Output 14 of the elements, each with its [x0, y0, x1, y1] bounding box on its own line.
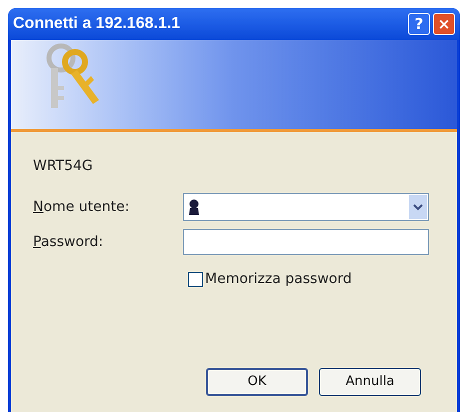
user-icon — [188, 199, 200, 215]
close-button[interactable]: × — [433, 13, 455, 35]
cancel-button[interactable]: Annulla — [319, 368, 421, 396]
checkbox-label: Memorizza password — [205, 270, 352, 289]
dropdown-icon[interactable] — [409, 195, 427, 219]
field-label: Password: — [33, 232, 104, 252]
password-field[interactable] — [183, 229, 429, 255]
realm-text: WRT54G — [33, 157, 94, 176]
field-label: Nome utente: — [33, 198, 130, 216]
checkbox[interactable] — [188, 272, 203, 287]
window-title: Connetti a 192.168.1.1 — [13, 14, 180, 34]
username-combo[interactable] — [183, 193, 429, 221]
help-button[interactable]: ? — [408, 13, 430, 35]
ok-button[interactable]: OK — [206, 368, 308, 396]
